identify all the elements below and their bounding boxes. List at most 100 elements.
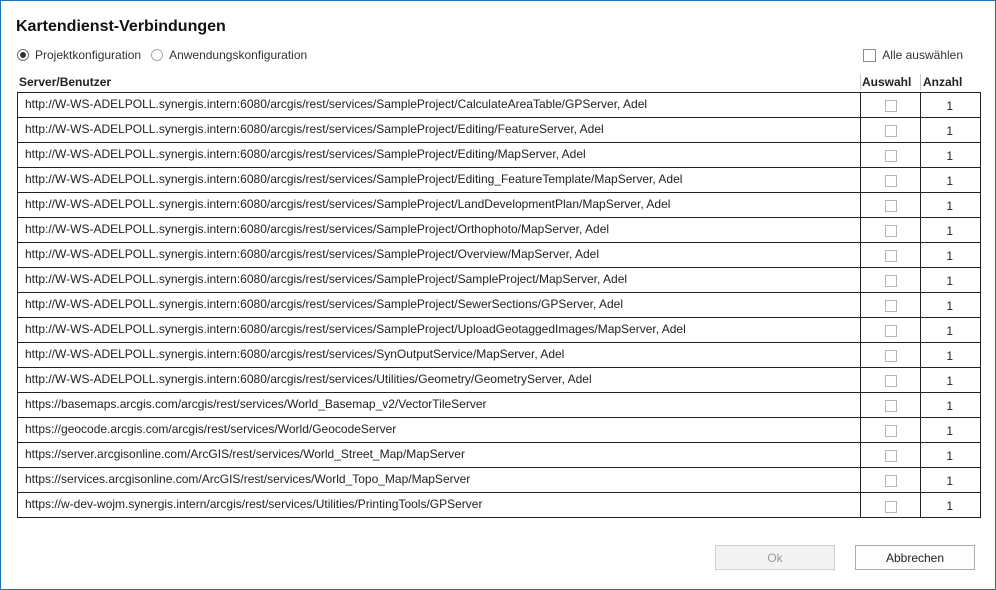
table-row[interactable]: http://W-WS-ADELPOLL.synergis.intern:608… — [18, 118, 980, 143]
row-select-checkbox[interactable] — [884, 275, 897, 287]
row-select-checkbox[interactable] — [884, 150, 897, 162]
count-cell: 1 — [946, 474, 953, 488]
server-cell: http://W-WS-ADELPOLL.synergis.intern:608… — [18, 93, 861, 117]
radio-unselected-icon[interactable] — [151, 49, 164, 61]
server-cell: http://W-WS-ADELPOLL.synergis.intern:608… — [18, 218, 861, 242]
row-select-checkbox[interactable] — [884, 425, 897, 437]
auswahl-cell — [861, 168, 921, 192]
row-select-checkbox[interactable] — [884, 225, 897, 237]
config-radio-group: Projektkonfiguration Anwendungskonfigura… — [17, 48, 317, 62]
server-cell: http://W-WS-ADELPOLL.synergis.intern:608… — [18, 143, 861, 167]
server-cell: http://W-WS-ADELPOLL.synergis.intern:608… — [18, 118, 861, 142]
row-select-checkbox[interactable] — [884, 350, 897, 362]
row-select-checkbox[interactable] — [884, 175, 897, 187]
column-divider[interactable] — [920, 74, 921, 90]
auswahl-cell — [861, 93, 921, 117]
table-row[interactable]: http://W-WS-ADELPOLL.synergis.intern:608… — [18, 218, 980, 243]
auswahl-cell — [861, 218, 921, 242]
count-cell: 1 — [946, 274, 953, 288]
select-all-label: Alle auswählen — [882, 48, 963, 62]
radio-selected-icon[interactable] — [17, 49, 29, 61]
auswahl-cell — [861, 493, 921, 518]
row-select-checkbox[interactable] — [884, 300, 897, 312]
column-header-anzahl[interactable]: Anzahl — [923, 73, 962, 91]
count-cell: 1 — [946, 249, 953, 263]
row-select-checkbox[interactable] — [884, 375, 897, 387]
ok-button[interactable]: Ok — [715, 545, 835, 570]
row-select-checkbox[interactable] — [884, 400, 897, 412]
table-row[interactable]: http://W-WS-ADELPOLL.synergis.intern:608… — [18, 368, 980, 393]
server-cell: http://W-WS-ADELPOLL.synergis.intern:608… — [18, 368, 861, 392]
row-select-checkbox[interactable] — [884, 325, 897, 337]
server-cell: https://basemaps.arcgis.com/arcgis/rest/… — [18, 393, 861, 417]
server-cell: http://W-WS-ADELPOLL.synergis.intern:608… — [18, 193, 861, 217]
auswahl-cell — [861, 143, 921, 167]
row-select-checkbox[interactable] — [884, 250, 897, 262]
table-row[interactable]: http://W-WS-ADELPOLL.synergis.intern:608… — [18, 293, 980, 318]
row-select-checkbox[interactable] — [884, 125, 897, 137]
column-header-server[interactable]: Server/Benutzer — [19, 73, 111, 91]
auswahl-cell — [861, 193, 921, 217]
dialog-window: Kartendienst-Verbindungen Projektkonfigu… — [0, 0, 996, 590]
count-cell: 1 — [946, 299, 953, 313]
row-select-checkbox[interactable] — [884, 500, 897, 513]
table-row[interactable]: http://W-WS-ADELPOLL.synergis.intern:608… — [18, 268, 980, 293]
column-divider[interactable] — [860, 74, 861, 90]
auswahl-cell — [861, 368, 921, 392]
server-cell: http://W-WS-ADELPOLL.synergis.intern:608… — [18, 243, 861, 267]
table-row[interactable]: http://W-WS-ADELPOLL.synergis.intern:608… — [18, 193, 980, 218]
cancel-button[interactable]: Abbrechen — [855, 545, 975, 570]
count-cell: 1 — [946, 424, 953, 438]
server-cell: https://geocode.arcgis.com/arcgis/rest/s… — [18, 418, 861, 442]
count-cell: 1 — [946, 99, 953, 113]
table-row[interactable]: http://W-WS-ADELPOLL.synergis.intern:608… — [18, 343, 980, 368]
auswahl-cell — [861, 343, 921, 367]
server-cell: https://services.arcgisonline.com/ArcGIS… — [18, 468, 861, 492]
auswahl-cell — [861, 293, 921, 317]
auswahl-cell — [861, 468, 921, 492]
table-row[interactable]: http://W-WS-ADELPOLL.synergis.intern:608… — [18, 243, 980, 268]
count-cell: 1 — [946, 499, 953, 513]
table-row[interactable]: https://basemaps.arcgis.com/arcgis/rest/… — [18, 393, 980, 418]
server-cell: https://w-dev-wojm.synergis.intern/arcgi… — [18, 493, 861, 518]
radio-project-config-label: Projektkonfiguration — [35, 48, 142, 62]
auswahl-cell — [861, 393, 921, 417]
row-select-checkbox[interactable] — [884, 450, 897, 462]
table-row[interactable]: https://w-dev-wojm.synergis.intern/arcgi… — [18, 493, 980, 518]
column-header-auswahl[interactable]: Auswahl — [862, 73, 911, 91]
count-cell: 1 — [946, 399, 953, 413]
radio-app-config[interactable]: Anwendungskonfiguration — [151, 48, 307, 62]
table-row[interactable]: http://W-WS-ADELPOLL.synergis.intern:608… — [18, 93, 980, 118]
auswahl-cell — [861, 443, 921, 467]
count-cell: 1 — [946, 349, 953, 363]
table-row[interactable]: https://geocode.arcgis.com/arcgis/rest/s… — [18, 418, 980, 443]
row-select-checkbox[interactable] — [884, 100, 897, 112]
server-cell: http://W-WS-ADELPOLL.synergis.intern:608… — [18, 293, 861, 317]
row-select-checkbox[interactable] — [884, 200, 897, 212]
server-cell: http://W-WS-ADELPOLL.synergis.intern:608… — [18, 168, 861, 192]
count-cell: 1 — [946, 224, 953, 238]
table-row[interactable]: http://W-WS-ADELPOLL.synergis.intern:608… — [18, 318, 980, 343]
table-row[interactable]: http://W-WS-ADELPOLL.synergis.intern:608… — [18, 143, 980, 168]
count-cell: 1 — [946, 174, 953, 188]
count-cell: 1 — [946, 149, 953, 163]
table-row[interactable]: https://services.arcgisonline.com/ArcGIS… — [18, 468, 980, 493]
table-row[interactable]: https://server.arcgisonline.com/ArcGIS/r… — [18, 443, 980, 468]
radio-project-config[interactable]: Projektkonfiguration — [17, 48, 141, 62]
count-cell: 1 — [946, 324, 953, 338]
count-cell: 1 — [946, 449, 953, 463]
row-select-checkbox[interactable] — [884, 475, 897, 487]
dialog-title: Kartendienst-Verbindungen — [16, 18, 226, 35]
auswahl-cell — [861, 418, 921, 442]
select-all-checkbox[interactable]: Alle auswählen — [863, 48, 963, 62]
server-cell: http://W-WS-ADELPOLL.synergis.intern:608… — [18, 318, 861, 342]
server-cell: https://server.arcgisonline.com/ArcGIS/r… — [18, 443, 861, 467]
server-cell: http://W-WS-ADELPOLL.synergis.intern:608… — [18, 343, 861, 367]
connections-table: http://W-WS-ADELPOLL.synergis.intern:608… — [17, 92, 981, 518]
server-cell: http://W-WS-ADELPOLL.synergis.intern:608… — [18, 268, 861, 292]
auswahl-cell — [861, 318, 921, 342]
count-cell: 1 — [946, 374, 953, 388]
table-row[interactable]: http://W-WS-ADELPOLL.synergis.intern:608… — [18, 168, 980, 193]
radio-app-config-label: Anwendungskonfiguration — [169, 48, 308, 62]
select-all-checkbox-box[interactable] — [863, 48, 877, 62]
